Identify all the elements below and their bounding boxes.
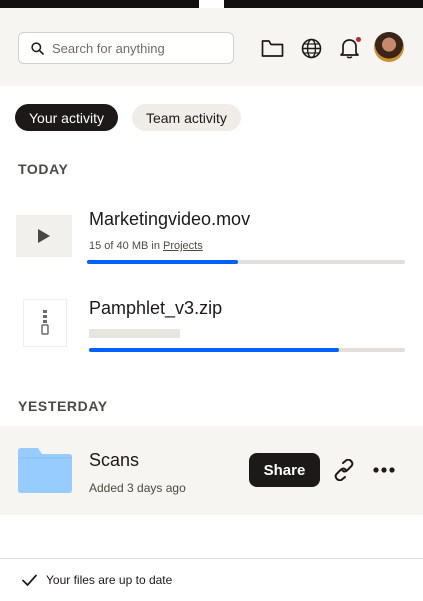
zip-thumbnail [24, 300, 66, 346]
file-name: Scans [89, 450, 140, 470]
file-name: Pamphlet_v3.zip [89, 298, 223, 318]
file-row-zip[interactable]: Pamphlet_v3.zip [0, 290, 423, 360]
check-icon [22, 574, 37, 586]
search-input[interactable] [52, 40, 222, 56]
share-button[interactable]: Share [249, 453, 320, 487]
search-icon [31, 41, 44, 55]
file-name: Marketingvideo.mov [89, 209, 251, 229]
upload-progress-track [89, 348, 405, 352]
folder-link[interactable]: Projects [163, 240, 203, 252]
progress-text: 15 of 40 MB in [89, 240, 163, 252]
upload-progress-fill [89, 348, 339, 352]
video-thumbnail [16, 215, 72, 257]
top-strip-left [0, 0, 199, 8]
link-icon[interactable] [332, 458, 356, 482]
section-today-label: TODAY [18, 161, 69, 177]
bell-icon[interactable] [337, 36, 361, 60]
meta-placeholder [89, 329, 180, 338]
play-icon [38, 229, 50, 243]
more-options-icon[interactable] [372, 460, 396, 480]
folder-icon[interactable] [260, 36, 284, 60]
file-meta: Added 3 days ago [89, 481, 186, 495]
search-box[interactable] [18, 32, 234, 64]
zip-icon [41, 310, 49, 335]
file-row-video[interactable]: Marketingvideo.mov 15 of 40 MB in Projec… [0, 200, 423, 280]
globe-icon[interactable] [299, 36, 323, 60]
tab-team-activity[interactable]: Team activity [131, 104, 241, 131]
section-yesterday-label: YESTERDAY [18, 398, 108, 414]
activity-tabs: Your activity Team activity [15, 104, 241, 131]
folder-icon [18, 448, 72, 493]
file-row-scans[interactable]: Scans Added 3 days ago Share [0, 426, 423, 515]
file-meta: 15 of 40 MB in Projects [89, 240, 203, 252]
header [0, 8, 423, 86]
sync-status-text: Your files are up to date [46, 573, 173, 587]
notification-dot [356, 37, 361, 42]
upload-progress-fill [87, 260, 239, 264]
avatar[interactable] [374, 32, 404, 62]
tab-your-activity[interactable]: Your activity [15, 104, 118, 131]
upload-progress-track [87, 260, 405, 264]
sync-status-bar: Your files are up to date [0, 558, 423, 601]
top-strip-right [224, 0, 423, 8]
